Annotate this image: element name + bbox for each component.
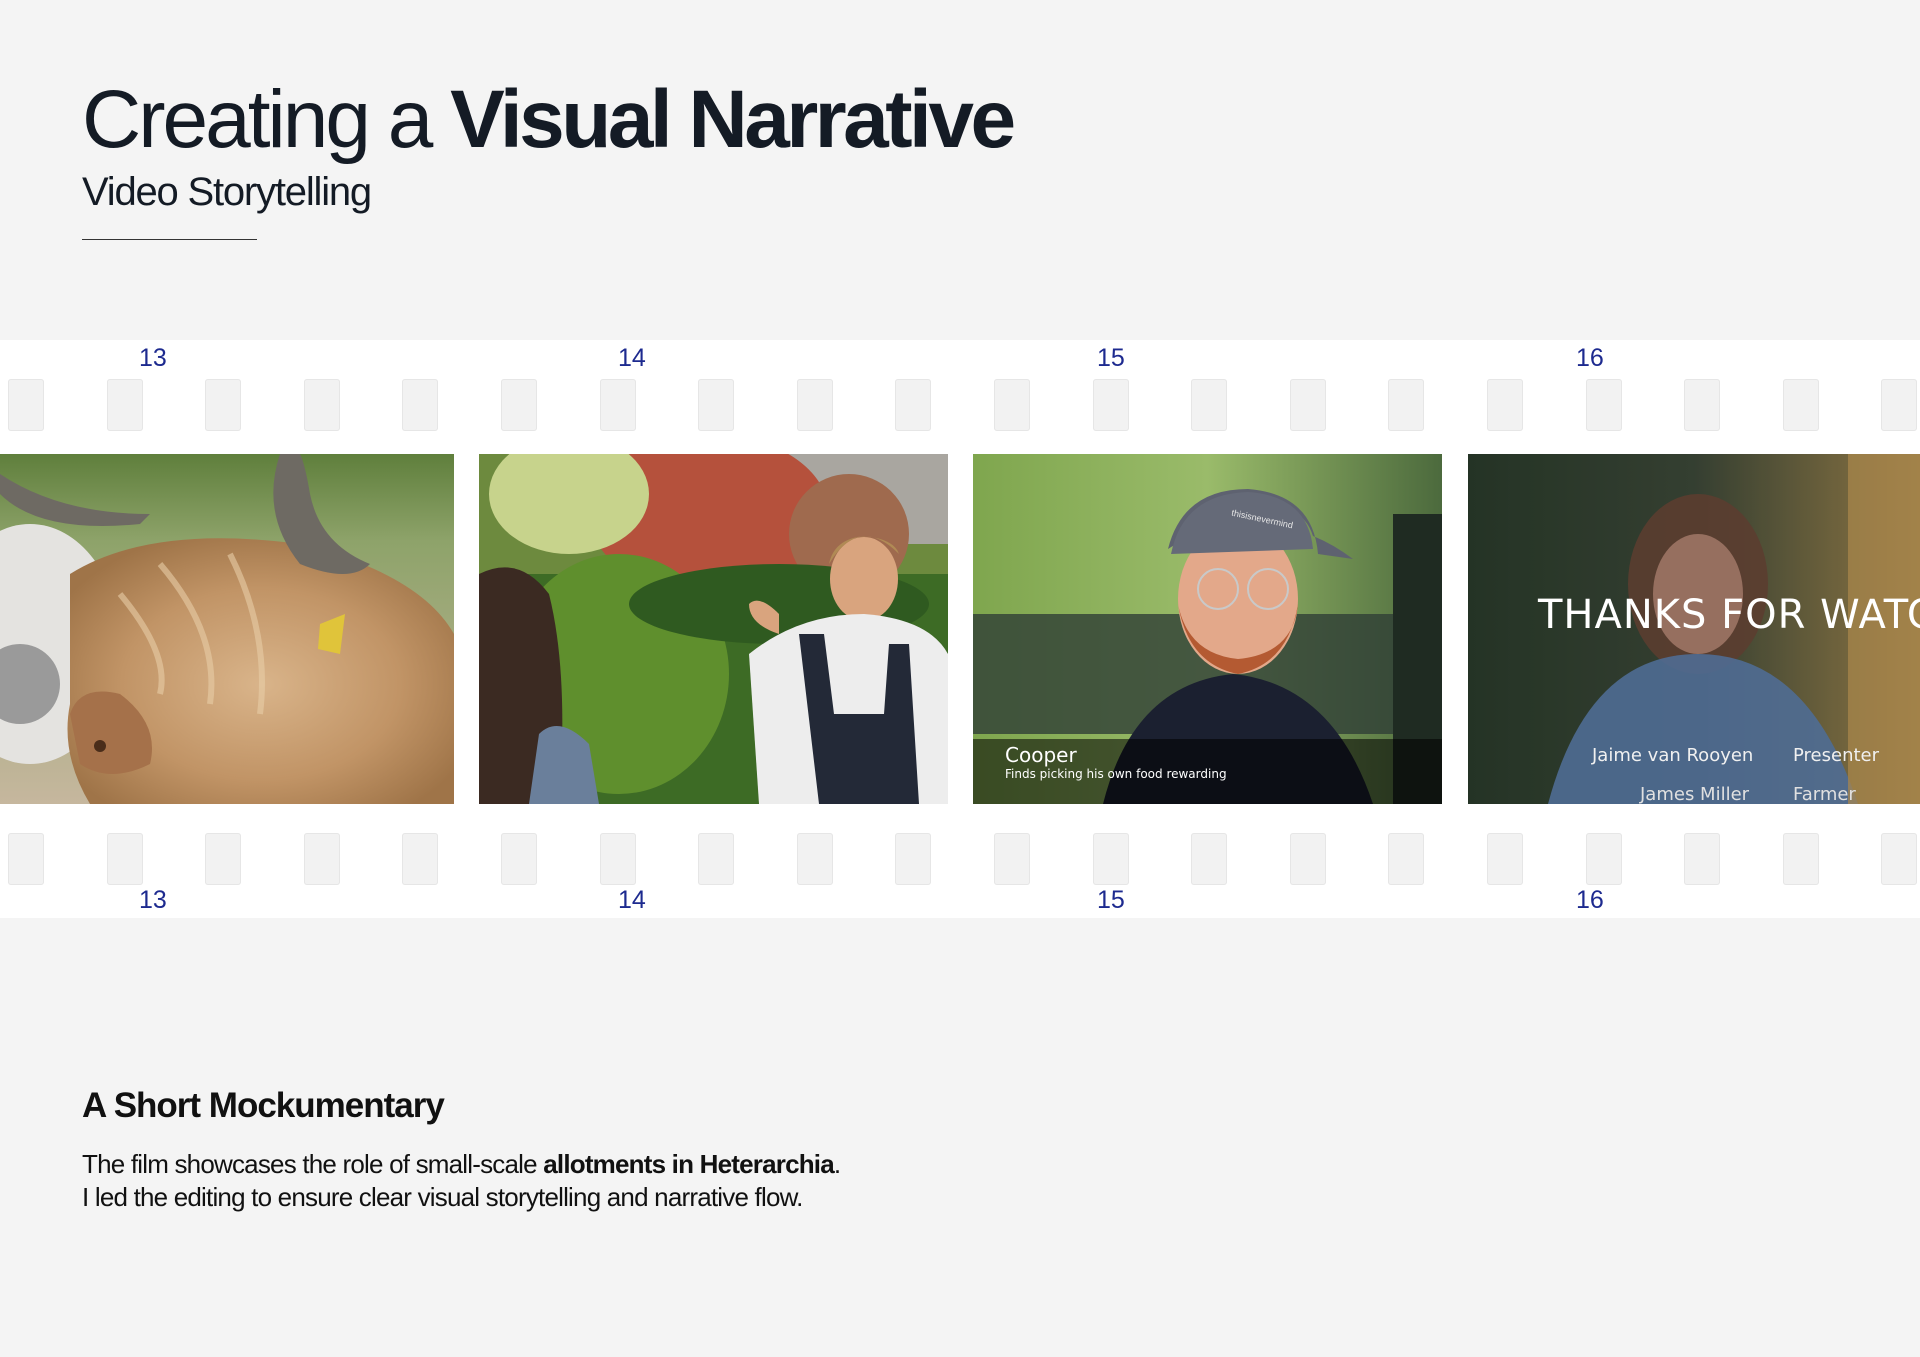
film-strip: 13 14 15 16 Cooper Finds picking his own… bbox=[0, 340, 1920, 918]
sprocket-hole bbox=[994, 833, 1030, 885]
description-section: A Short Mockumentary The film showcases … bbox=[82, 1086, 841, 1214]
frame-number-bottom-13: 13 bbox=[139, 886, 167, 914]
sprocket-hole bbox=[1881, 833, 1918, 885]
sprocket-hole bbox=[1585, 379, 1622, 431]
title-bold: Visual Narrative bbox=[450, 74, 1016, 165]
sprocket-hole bbox=[501, 379, 537, 431]
frame-14-image bbox=[479, 454, 948, 804]
sprocket-hole bbox=[303, 833, 340, 885]
caption-name: Cooper bbox=[1005, 743, 1077, 767]
sprocket-hole bbox=[8, 833, 44, 885]
para-line2: I led the editing to ensure clear visual… bbox=[82, 1182, 803, 1212]
para-line1-start: The film showcases the role of small-sca… bbox=[82, 1149, 544, 1179]
page-title: Creating a Visual Narrative bbox=[82, 70, 1016, 170]
sprocket-hole bbox=[1881, 379, 1918, 431]
divider bbox=[82, 239, 257, 240]
description-paragraph: The film showcases the role of small-sca… bbox=[82, 1148, 841, 1214]
frame-16-image: THANKS FOR WATCH Jaime van Rooyen Presen… bbox=[1468, 454, 1920, 804]
credit-role-2: Farmer bbox=[1793, 784, 1856, 804]
sprocket-hole bbox=[303, 379, 340, 431]
sprocket-hole bbox=[1191, 379, 1228, 431]
frame-number-top-15: 15 bbox=[1097, 344, 1125, 372]
frame-number-bottom-15: 15 bbox=[1097, 886, 1125, 914]
frame-15-lower-third: Cooper Finds picking his own food reward… bbox=[1005, 743, 1227, 781]
sprocket-hole bbox=[205, 833, 242, 885]
sprocket-hole bbox=[1388, 833, 1425, 885]
sprocket-hole bbox=[1684, 833, 1721, 885]
frame-13-image bbox=[0, 454, 454, 804]
para-line1-bold: allotments in Heterarchia bbox=[543, 1149, 834, 1179]
sprocket-hole bbox=[895, 379, 932, 431]
sprocket-hole bbox=[1782, 379, 1819, 431]
sprocket-hole bbox=[1092, 833, 1129, 885]
frame-15-image: Cooper Finds picking his own food reward… bbox=[973, 454, 1442, 804]
frame-number-top-16: 16 bbox=[1576, 344, 1604, 372]
sprocket-hole bbox=[106, 833, 143, 885]
sprocket-hole bbox=[1289, 379, 1326, 431]
sprocket-hole bbox=[994, 379, 1030, 431]
frame-number-top-13: 13 bbox=[139, 344, 167, 372]
frame-number-top-14: 14 bbox=[618, 344, 646, 372]
sprocket-hole bbox=[1487, 379, 1523, 431]
sprocket-hole bbox=[1585, 833, 1622, 885]
page-header: Creating a Visual Narrative Video Storyt… bbox=[82, 70, 1016, 240]
title-light: Creating a bbox=[82, 74, 433, 165]
sprocket-hole bbox=[796, 379, 833, 431]
sprocket-hole bbox=[1782, 833, 1819, 885]
sprocket-hole bbox=[895, 833, 932, 885]
sprocket-hole bbox=[205, 379, 242, 431]
sprocket-hole bbox=[698, 379, 735, 431]
sprocket-hole bbox=[599, 379, 636, 431]
sprocket-hole bbox=[1487, 833, 1523, 885]
sprocket-hole bbox=[1289, 833, 1326, 885]
section-heading: A Short Mockumentary bbox=[82, 1086, 445, 1125]
para-line1-end: . bbox=[833, 1149, 841, 1179]
sprocket-holes-top bbox=[0, 379, 1920, 433]
caption-subline: Finds picking his own food rewarding bbox=[1005, 767, 1227, 781]
end-title: THANKS FOR WATCH bbox=[1538, 592, 1920, 638]
credit-name-2: James Miller bbox=[1640, 784, 1750, 804]
credit-name-1: Jaime van Rooyen bbox=[1592, 745, 1754, 766]
sprocket-hole bbox=[1092, 379, 1129, 431]
sprocket-hole bbox=[599, 833, 636, 885]
sprocket-hole bbox=[106, 379, 143, 431]
sprocket-hole bbox=[698, 833, 735, 885]
sprocket-hole bbox=[1388, 379, 1425, 431]
credit-role-1: Presenter bbox=[1793, 745, 1880, 766]
sprocket-hole bbox=[402, 379, 439, 431]
sprocket-hole bbox=[796, 833, 833, 885]
sprocket-hole bbox=[1191, 833, 1228, 885]
sprocket-hole bbox=[402, 833, 439, 885]
page-subtitle: Video Storytelling bbox=[82, 170, 372, 214]
sprocket-hole bbox=[1684, 379, 1721, 431]
sprocket-holes-bottom bbox=[0, 833, 1920, 887]
frame-number-bottom-14: 14 bbox=[618, 886, 646, 914]
sprocket-hole bbox=[8, 379, 44, 431]
sprocket-hole bbox=[501, 833, 537, 885]
frame-number-bottom-16: 16 bbox=[1576, 886, 1604, 914]
